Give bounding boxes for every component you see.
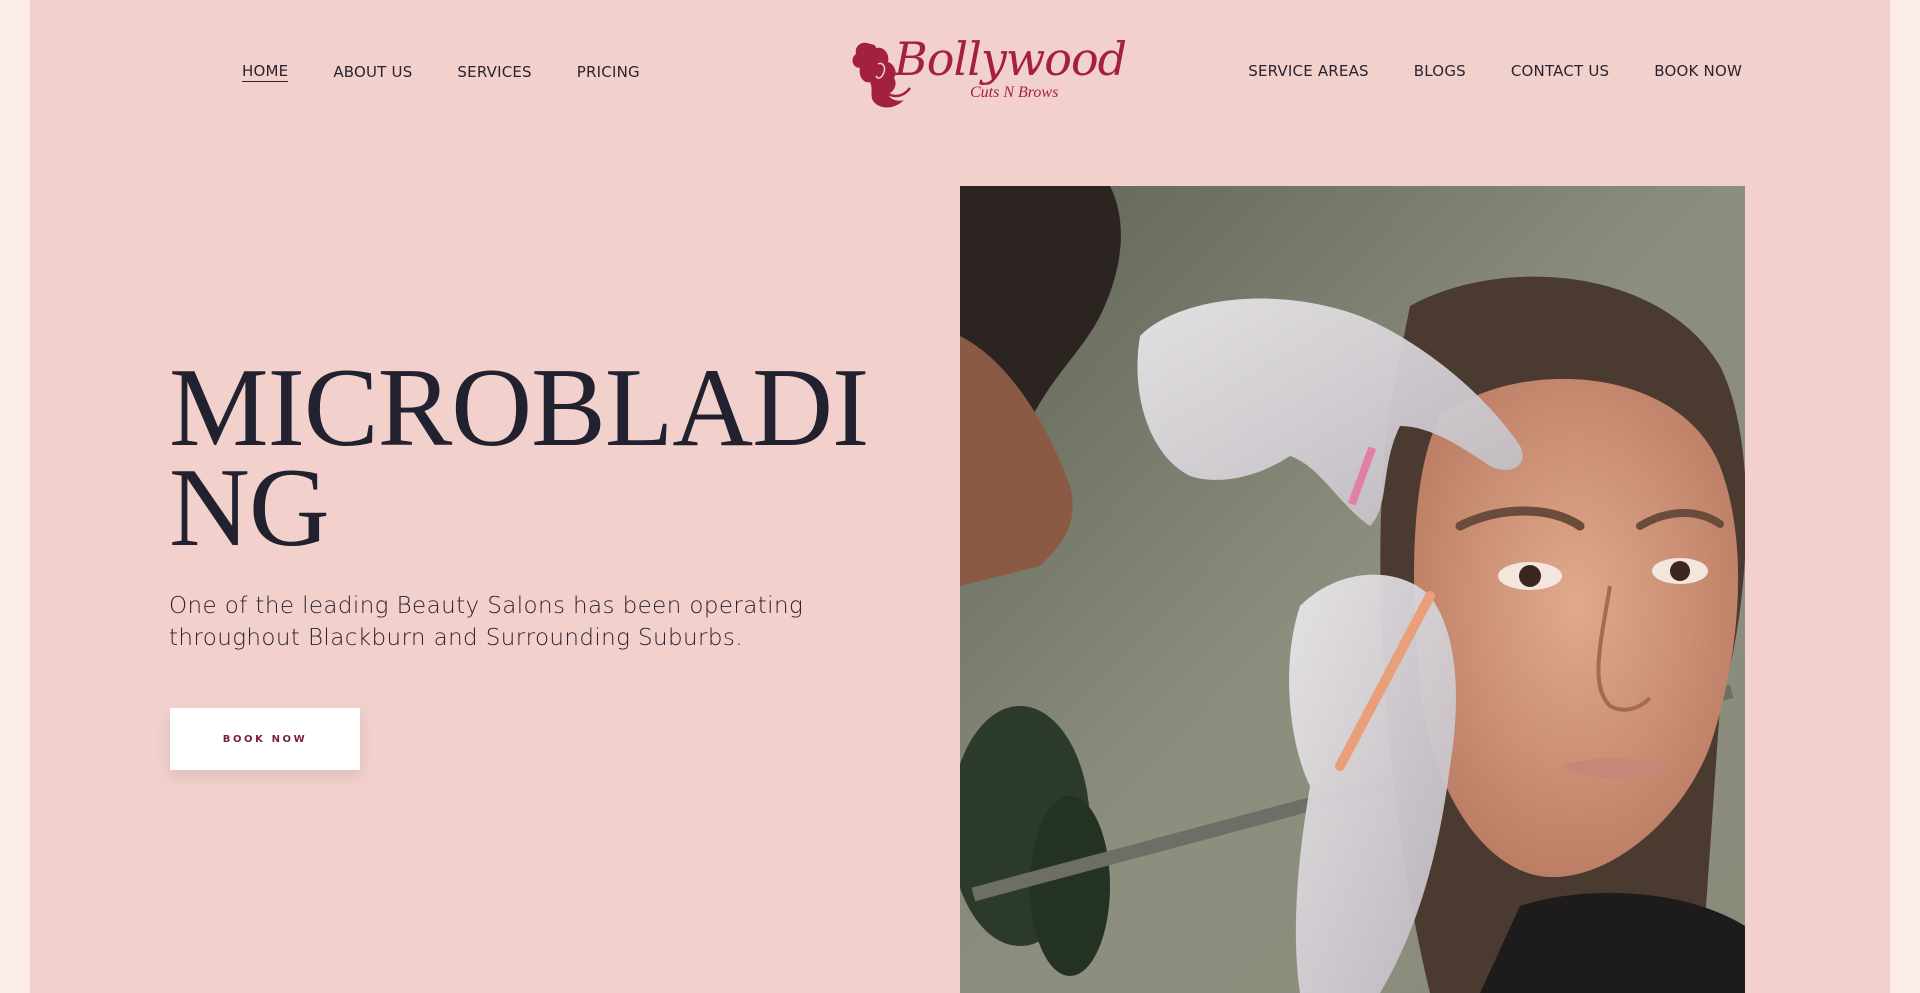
nav-contact-us[interactable]: CONTACT US: [1511, 62, 1609, 80]
nav-services[interactable]: SERVICES: [457, 63, 531, 81]
nav-blogs[interactable]: BLOGS: [1414, 62, 1466, 80]
nav-service-areas[interactable]: SERVICE AREAS: [1248, 62, 1369, 80]
logo-wordmark: Bollywood: [894, 32, 1127, 86]
site-logo[interactable]: Bollywood Cuts N Brows: [848, 32, 1127, 114]
microblading-photo-illustration: [960, 186, 1745, 993]
nav-home[interactable]: HOME: [242, 62, 289, 82]
nav-left: HOME ABOUT US SERVICES PRICING: [242, 62, 685, 82]
page: HOME ABOUT US SERVICES PRICING Bollywood…: [30, 0, 1890, 993]
book-now-button[interactable]: BOOK NOW: [170, 708, 360, 770]
logo-tagline: Cuts N Brows: [970, 84, 1059, 101]
nav-book-now[interactable]: BOOK NOW: [1654, 62, 1742, 80]
nav-right: SERVICE AREAS BLOGS CONTACT US BOOK NOW: [1203, 62, 1742, 80]
nav-pricing[interactable]: PRICING: [577, 63, 640, 81]
hero-subtitle: One of the leading Beauty Salons has bee…: [169, 593, 804, 651]
nav-about-us[interactable]: ABOUT US: [333, 63, 412, 81]
hero-image: [960, 186, 1745, 993]
hero-title: MICROBLADING: [169, 346, 869, 570]
